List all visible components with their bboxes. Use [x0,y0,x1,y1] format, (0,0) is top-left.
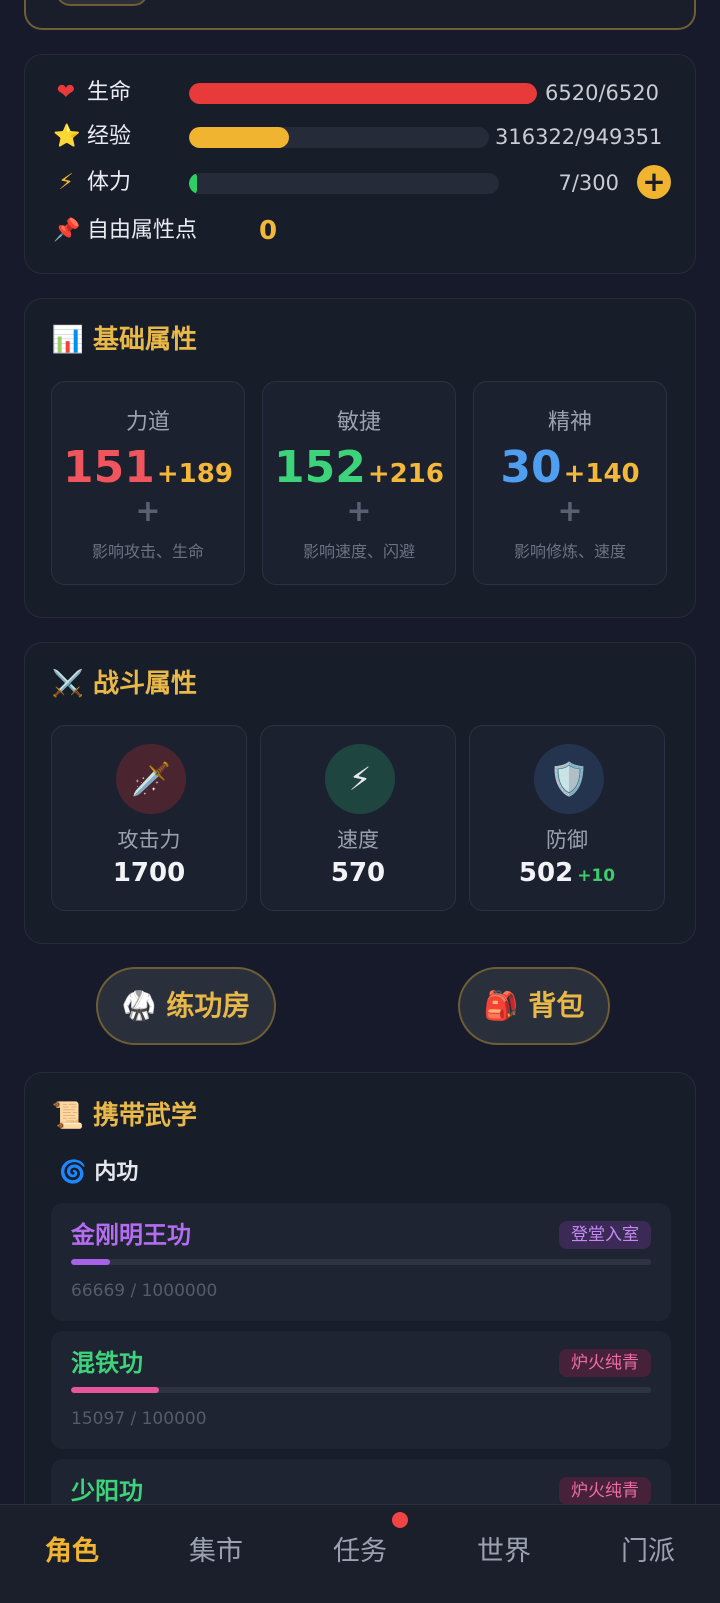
spiral-icon: 🌀 [59,1160,87,1185]
attribute-base: 152 [274,442,366,493]
bar-chart-icon: 📊 [51,325,85,355]
attribute-card-agility: 敏捷 152+216 + 影响速度、闪避 [262,381,456,585]
attribute-name: 力道 [125,410,170,435]
lightning-icon: ⚡ [58,170,74,195]
add-stamina-button[interactable]: + [637,165,671,199]
skill-name: 少阳功 [71,1477,143,1505]
shield-icon: 🛡️ [534,744,604,814]
stamina-bar-fill [189,173,197,194]
nav-tab-quests[interactable]: 任务 [288,1535,432,1569]
combat-card-speed: ⚡ 速度 570 [260,725,456,911]
basic-attributes-title: 📊 基础属性 [51,325,198,355]
crossed-swords-icon: ⚔️ [51,669,85,699]
attribute-card-spirit: 精神 30+140 + 影响修炼、速度 [473,381,667,585]
internal-skill-subheading: 🌀 内功 [59,1160,139,1185]
exp-bar-fill [189,127,289,148]
exp-row: ⭐ 经验 316322/949351 [25,117,695,157]
stamina-value: 7/300 [558,171,619,195]
attribute-base: 30 [500,442,562,493]
hp-value: 6520/6520 [545,81,659,105]
pin-icon: 📌 [53,218,81,243]
skill-progress-bar [71,1259,651,1265]
attribute-name: 精神 [547,410,592,435]
nav-tab-market[interactable]: 集市 [144,1535,288,1569]
stamina-row: ⚡ 体力 7/300 + [25,163,695,203]
basic-attributes-panel: 📊 基础属性 力道 151+189 + 影响攻击、生命 敏捷 152+216 + … [24,298,696,618]
skill-rank-badge: 炉火纯青 [559,1349,651,1377]
skill-card[interactable]: 混铁功 炉火纯青 15097 / 100000 [51,1331,671,1449]
star-icon: ⭐ [53,124,81,149]
exp-bar [189,127,489,148]
skill-progress-text: 66669 / 1000000 [71,1281,218,1301]
add-spirit-button[interactable]: + [474,494,666,529]
combat-stat-name: 防御 [546,828,588,852]
skill-rank-badge: 炉火纯青 [559,1477,651,1505]
skill-name: 混铁功 [71,1349,143,1377]
skill-progress-fill [71,1387,159,1393]
combat-stat-value: 502 +10 [518,858,616,888]
attribute-desc: 影响攻击、生命 [91,542,204,561]
combat-card-defense: 🛡️ 防御 502 +10 [469,725,665,911]
skill-progress-text: 15097 / 100000 [71,1409,207,1429]
hp-label: 生命 [87,80,132,105]
combat-attributes-title: ⚔️ 战斗属性 [51,669,198,699]
combat-card-attack: 🗡️ 攻击力 1700 [51,725,247,911]
skill-card[interactable]: 金刚明王功 登堂入室 66669 / 1000000 [51,1203,671,1321]
stats-panel: ❤ 生命 6520/6520 ⭐ 经验 316322/949351 ⚡ 体力 7… [24,54,696,274]
attribute-base: 151 [63,442,155,493]
hp-row: ❤ 生命 6520/6520 [25,73,695,113]
combat-stat-name: 速度 [337,828,379,852]
attribute-bonus: +140 [563,459,640,489]
nav-tab-character[interactable]: 角色 [0,1535,144,1569]
free-points-label: 自由属性点 [87,218,198,243]
skill-rank-badge: 登堂入室 [559,1221,651,1249]
attribute-card-strength: 力道 151+189 + 影响攻击、生命 [51,381,245,585]
combat-attributes-panel: ⚔️ 战斗属性 🗡️ 攻击力 1700 ⚡ 速度 570 🛡️ 防御 502 +10 [24,642,696,944]
dagger-icon: 🗡️ [116,744,186,814]
notification-dot [392,1512,408,1528]
martial-arts-uniform-icon: 🥋 [121,989,157,1022]
scroll-icon: 📜 [51,1101,85,1131]
exp-label: 经验 [87,124,132,149]
combat-stat-value: 1700 [112,858,186,888]
hp-bar-fill [189,83,537,104]
martial-arts-title: 📜 携带武学 [51,1101,198,1131]
heart-icon: ❤ [56,80,76,105]
backpack-button[interactable]: 🎒 背包 [458,967,610,1045]
bottom-nav: 角色 集市 任务 世界 门派 [0,1504,720,1603]
nav-tab-sect[interactable]: 门派 [576,1535,720,1569]
avatar[interactable] [56,0,148,6]
skill-name: 金刚明王功 [71,1221,191,1249]
profile-card [24,0,696,30]
martial-arts-panel: 📜 携带武学 🌀 内功 金刚明王功 登堂入室 66669 / 1000000 混铁功… [24,1072,696,1577]
attribute-desc: 影响修炼、速度 [513,542,626,561]
stamina-bar [189,173,499,194]
skill-progress-bar [71,1387,651,1393]
attribute-name: 敏捷 [336,410,381,435]
combat-stat-bonus: +10 [577,866,616,886]
free-points-row: 📌 自由属性点 0 [25,211,695,251]
free-points-value: 0 [259,216,278,246]
attribute-bonus: +216 [367,459,444,489]
nav-tab-world[interactable]: 世界 [432,1535,576,1569]
stamina-label: 体力 [87,170,132,195]
skill-progress-fill [71,1259,110,1265]
add-agility-button[interactable]: + [263,494,455,529]
lightning-icon: ⚡ [325,744,395,814]
backpack-icon: 🎒 [483,989,519,1022]
training-room-button[interactable]: 🥋 练功房 [96,967,276,1045]
combat-stat-name: 攻击力 [117,828,181,852]
combat-stat-value: 570 [330,858,386,888]
attribute-bonus: +189 [156,459,233,489]
attribute-desc: 影响速度、闪避 [302,542,415,561]
hp-bar [189,83,537,104]
exp-value: 316322/949351 [495,125,663,149]
add-strength-button[interactable]: + [52,494,244,529]
